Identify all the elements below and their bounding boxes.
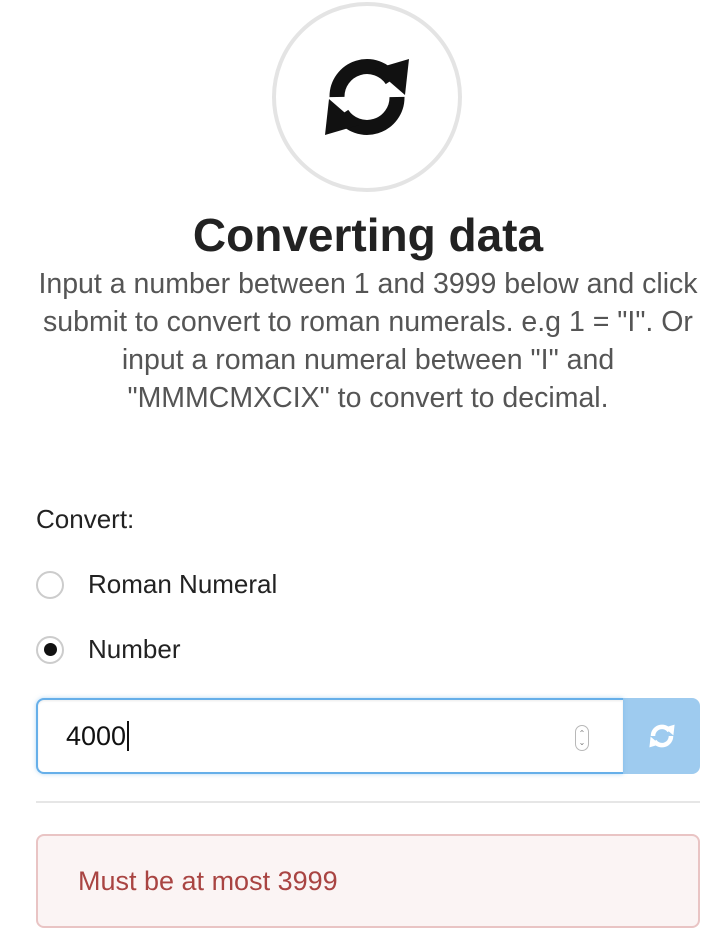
- refresh-icon: [325, 59, 409, 135]
- divider: [36, 801, 700, 803]
- refresh-icon: [648, 724, 675, 748]
- radio-option-number[interactable]: Number: [36, 634, 180, 665]
- radio-button-number[interactable]: [36, 635, 64, 664]
- submit-button[interactable]: [623, 698, 700, 774]
- convert-input-group: 4000 ⌃ ⌄: [36, 698, 700, 774]
- error-message: Must be at most 3999: [78, 865, 338, 896]
- radio-option-roman-numeral[interactable]: Roman Numeral: [36, 569, 277, 600]
- spinner-up-icon[interactable]: ⌃: [579, 729, 586, 738]
- radio-selected-dot: [43, 643, 57, 656]
- page-description: Input a number between 1 and 3999 below …: [38, 268, 698, 414]
- error-alert: Must be at most 3999: [36, 834, 700, 928]
- text-caret: [127, 721, 130, 751]
- header-icon-circle: [272, 2, 462, 192]
- spinner-down-icon[interactable]: ⌄: [579, 738, 586, 747]
- page-title: Converting data: [192, 209, 544, 261]
- number-input-value[interactable]: 4000: [66, 721, 126, 752]
- number-input[interactable]: 4000 ⌃ ⌄: [36, 698, 623, 774]
- converter-page: Converting data Input a number between 1…: [0, 0, 720, 948]
- radio-label-roman-numeral[interactable]: Roman Numeral: [88, 569, 277, 600]
- radio-button-roman-numeral[interactable]: [36, 570, 64, 599]
- convert-label: Convert:: [36, 504, 135, 534]
- number-spinner[interactable]: ⌃ ⌄: [575, 725, 589, 751]
- radio-label-number[interactable]: Number: [88, 634, 180, 665]
